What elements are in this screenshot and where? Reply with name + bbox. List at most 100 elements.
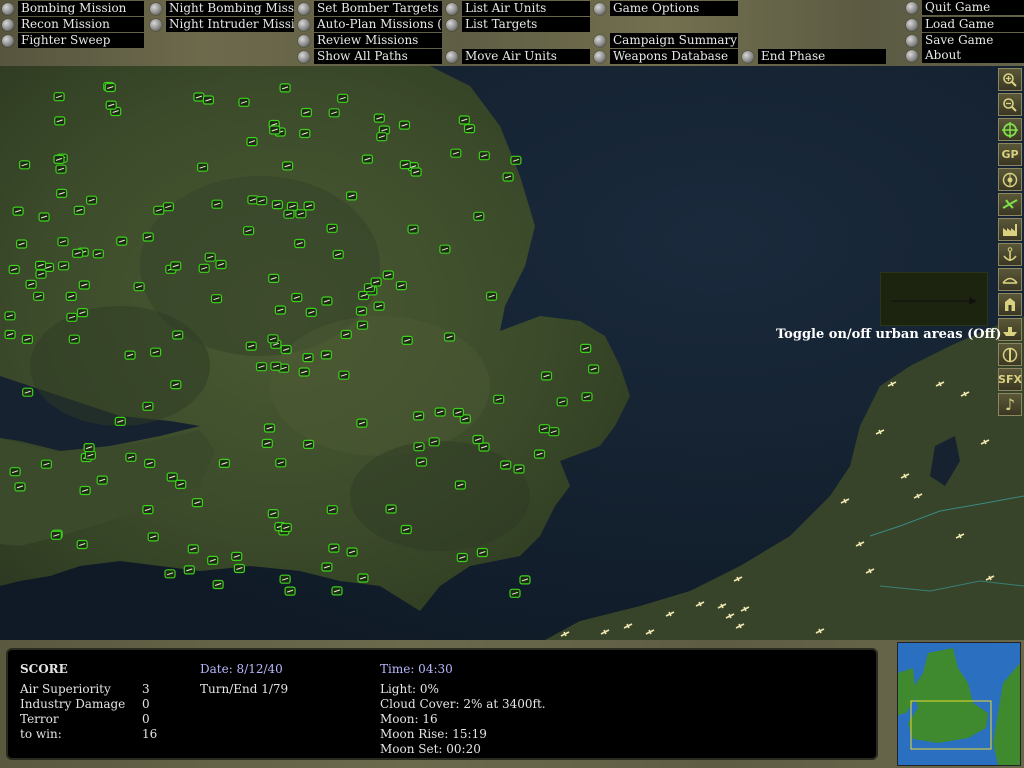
raf-airfield-marker[interactable] <box>291 292 303 303</box>
raf-airfield-marker[interactable] <box>361 154 373 164</box>
raf-airfield-marker[interactable] <box>231 551 243 561</box>
raf-airfield-marker[interactable] <box>450 148 462 158</box>
raf-airfield-marker[interactable] <box>513 464 525 474</box>
raf-airfield-marker[interactable] <box>255 362 268 372</box>
raf-airfield-marker[interactable] <box>428 437 440 447</box>
raf-airfield-marker[interactable] <box>4 311 16 321</box>
ship-toggle-button[interactable] <box>998 318 1022 341</box>
raf-airfield-marker[interactable] <box>193 92 205 102</box>
menu-set-bomber-targets[interactable]: Set Bomber Targets <box>298 1 442 16</box>
raf-airfield-marker[interactable] <box>355 306 368 316</box>
raf-airfield-marker[interactable] <box>443 332 456 342</box>
raf-airfield-marker[interactable] <box>321 562 333 572</box>
raf-airfield-marker[interactable] <box>346 547 358 557</box>
raf-airfield-marker[interactable] <box>305 307 317 317</box>
menu-list-air-units[interactable]: List Air Units <box>446 1 590 16</box>
raf-airfield-marker[interactable] <box>294 238 306 249</box>
campaign-map[interactable] <box>0 66 1024 640</box>
raf-airfield-marker[interactable] <box>346 191 358 201</box>
raf-airfield-marker[interactable] <box>373 113 385 123</box>
menu-move-air-units[interactable]: Move Air Units <box>446 49 590 64</box>
raf-airfield-marker[interactable] <box>410 167 422 177</box>
raf-airfield-marker[interactable] <box>16 239 28 249</box>
raf-airfield-marker[interactable] <box>187 544 199 554</box>
raf-airfield-marker[interactable] <box>509 588 521 598</box>
center-map-button[interactable] <box>998 118 1022 141</box>
raf-airfield-marker[interactable] <box>326 505 338 515</box>
raf-airfield-marker[interactable] <box>478 151 490 161</box>
raf-airfield-marker[interactable] <box>66 312 78 322</box>
raf-airfield-marker[interactable] <box>56 188 68 199</box>
raf-airfield-marker[interactable] <box>202 95 214 105</box>
raf-airfield-marker[interactable] <box>198 263 210 273</box>
raf-airfield-marker[interactable] <box>337 93 349 103</box>
raf-airfield-marker[interactable] <box>269 125 281 135</box>
raf-airfield-marker[interactable] <box>133 282 145 292</box>
raf-airfield-marker[interactable] <box>14 482 26 492</box>
raf-airfield-marker[interactable] <box>376 132 388 142</box>
raf-airfield-marker[interactable] <box>79 485 91 496</box>
menu-load-game[interactable]: Load Game <box>906 17 1024 32</box>
raf-airfield-marker[interactable] <box>32 291 45 301</box>
raf-airfield-marker[interactable] <box>295 209 307 219</box>
raf-airfield-marker[interactable] <box>124 350 136 360</box>
raf-airfield-marker[interactable] <box>204 252 216 262</box>
raf-airfield-marker[interactable] <box>142 505 154 515</box>
raf-airfield-marker[interactable] <box>55 164 67 174</box>
raf-airfield-marker[interactable] <box>338 370 350 380</box>
menu-fighter-sweep[interactable]: Fighter Sweep <box>2 33 144 48</box>
raf-airfield-marker[interactable] <box>538 424 551 434</box>
raf-airfield-marker[interactable] <box>399 159 411 170</box>
raf-airfield-marker[interactable] <box>172 330 184 340</box>
menu-show-all-paths[interactable]: Show All Paths <box>298 49 442 64</box>
raf-airfield-marker[interactable] <box>164 569 176 579</box>
raf-airfield-marker[interactable] <box>170 380 182 390</box>
raf-airfield-marker[interactable] <box>456 552 468 563</box>
raf-airfield-marker[interactable] <box>407 224 419 234</box>
menu-bombing-mission[interactable]: Bombing Mission <box>2 1 144 16</box>
raf-airfield-marker[interactable] <box>270 361 282 371</box>
raf-airfield-marker[interactable] <box>385 504 397 514</box>
raf-airfield-marker[interactable] <box>76 539 88 550</box>
urban-toggle-button[interactable] <box>998 293 1022 316</box>
raf-airfield-marker[interactable] <box>587 364 600 374</box>
menu-recon-mission[interactable]: Recon Mission <box>2 17 144 32</box>
raf-airfield-marker[interactable] <box>150 347 162 357</box>
raf-airfield-marker[interactable] <box>21 334 33 344</box>
raf-airfield-marker[interactable] <box>144 458 156 468</box>
raf-airfield-marker[interactable] <box>340 329 352 340</box>
raf-airfield-marker[interactable] <box>283 209 295 219</box>
raf-airfield-marker[interactable] <box>142 232 154 242</box>
raf-airfield-marker[interactable] <box>413 442 425 452</box>
airfield-toggle-button[interactable] <box>998 193 1022 216</box>
gp-toggle-button[interactable]: GP <box>998 143 1022 166</box>
raf-airfield-marker[interactable] <box>245 341 257 351</box>
raf-airfield-marker[interactable] <box>105 100 117 110</box>
raf-airfield-marker[interactable] <box>211 199 223 209</box>
raf-airfield-marker[interactable] <box>92 249 104 259</box>
raf-airfield-marker[interactable] <box>78 280 90 290</box>
raf-airfield-marker[interactable] <box>486 291 498 301</box>
raf-airfield-marker[interactable] <box>357 573 369 583</box>
raf-airfield-marker[interactable] <box>38 212 50 222</box>
raf-airfield-marker[interactable] <box>286 201 298 211</box>
raf-airfield-marker[interactable] <box>452 407 464 418</box>
raf-airfield-marker[interactable] <box>57 237 69 247</box>
bridge-toggle-button[interactable] <box>998 268 1022 291</box>
raf-airfield-marker[interactable] <box>556 397 568 407</box>
zoom-out-button[interactable] <box>998 93 1022 116</box>
raf-airfield-marker[interactable] <box>166 472 178 482</box>
raf-airfield-marker[interactable] <box>332 249 344 260</box>
raf-airfield-marker[interactable] <box>207 555 219 565</box>
raf-airfield-marker[interactable] <box>268 273 280 283</box>
raf-airfield-marker[interactable] <box>299 128 311 139</box>
raf-airfield-marker[interactable] <box>320 350 332 360</box>
raf-airfield-marker[interactable] <box>267 334 279 344</box>
menu-campaign-summary[interactable]: Campaign Summary <box>594 33 738 48</box>
sfx-toggle-button[interactable]: SFX <box>998 368 1022 391</box>
raf-airfield-marker[interactable] <box>57 261 70 271</box>
raf-airfield-marker[interactable] <box>398 120 411 130</box>
raf-airfield-marker[interactable] <box>25 279 37 289</box>
raf-airfield-marker[interactable] <box>493 394 505 404</box>
raf-airfield-marker[interactable] <box>439 244 451 254</box>
